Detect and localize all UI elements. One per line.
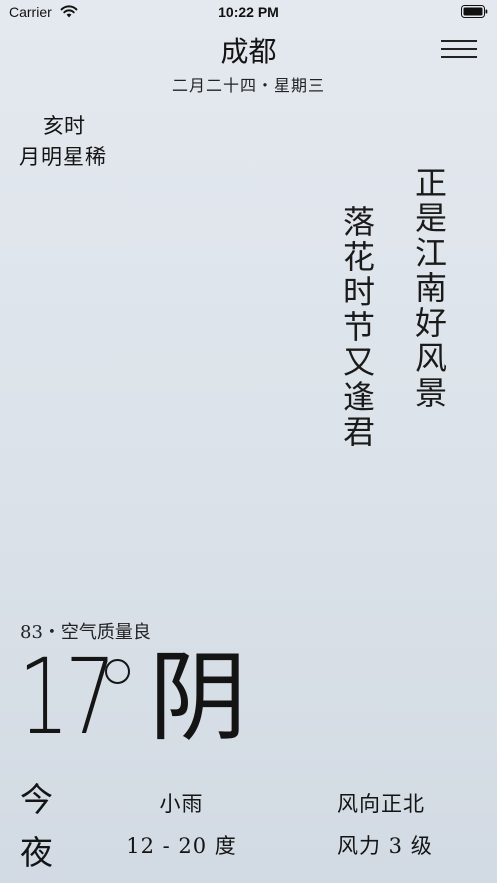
forecast-temp-range: 12 - 20 度 xyxy=(126,834,237,858)
status-time: 10:22 PM xyxy=(218,4,279,20)
poem-line-2: 落花时节又逢君 xyxy=(338,205,376,450)
forecast-wind-level: 风力 3 级 xyxy=(337,834,433,858)
city-title: 成都 xyxy=(220,35,277,68)
forecast-weather: 小雨 xyxy=(159,792,204,816)
lunar-date: 二月二十四・星期三 xyxy=(171,76,325,95)
status-bar: Carrier 10:22 PM xyxy=(0,0,497,26)
battery-icon xyxy=(461,5,488,18)
forecast-wind-direction: 风向正北 xyxy=(337,792,425,816)
hour-description: 月明星稀 xyxy=(19,145,107,169)
hamburger-menu-icon[interactable] xyxy=(441,37,477,61)
degree-icon xyxy=(105,659,130,684)
poem-line-1: 正是江南好风景 xyxy=(410,166,448,411)
chinese-hour: 亥时 xyxy=(43,114,85,138)
temperature: 17 xyxy=(18,636,117,758)
weather-condition: 阴 xyxy=(149,641,248,755)
